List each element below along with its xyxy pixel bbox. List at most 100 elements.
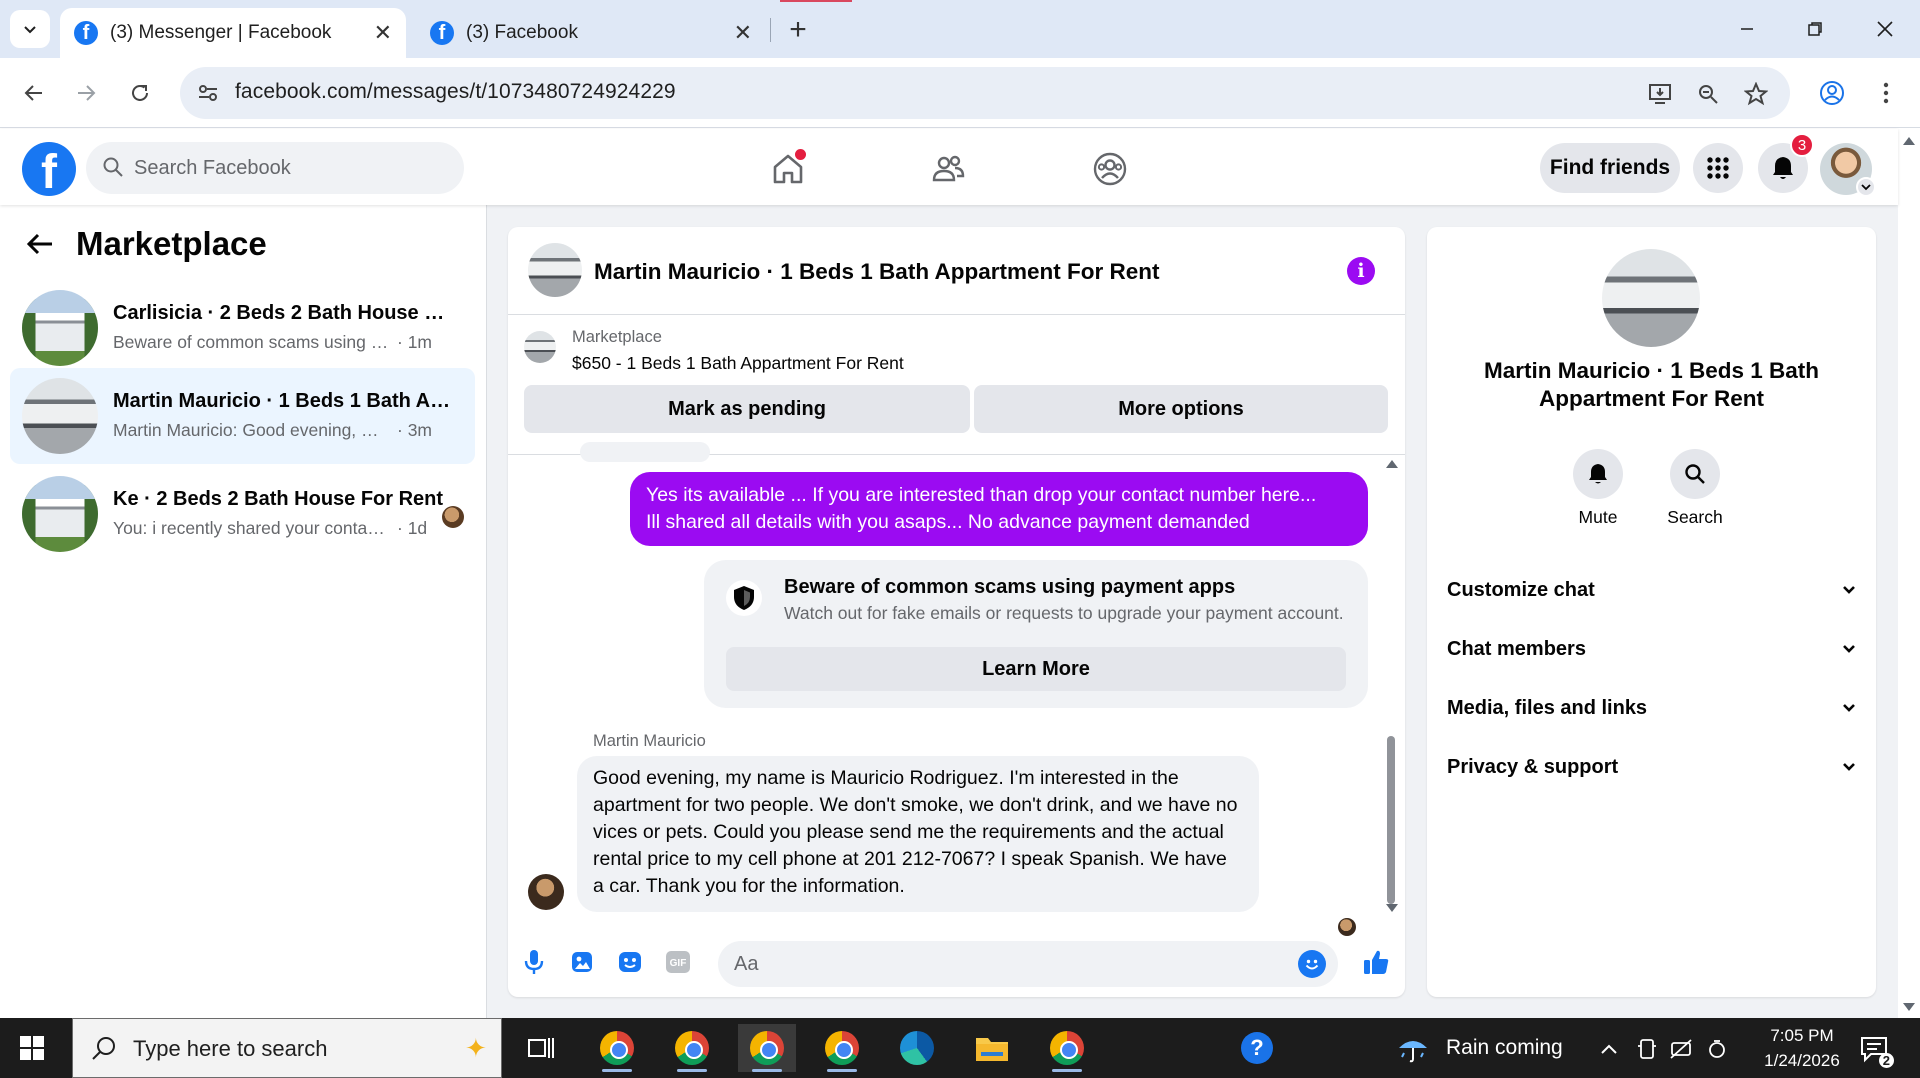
browser-toolbar: facebook.com/messages/t/1073480724924229 (0, 58, 1920, 128)
sticker-button[interactable] (614, 946, 646, 978)
task-view-icon (528, 1038, 554, 1058)
facebook-search[interactable] (86, 142, 464, 194)
account-caret[interactable] (1856, 177, 1876, 197)
restore-icon (1808, 22, 1822, 36)
nav-home[interactable] (762, 143, 814, 195)
close-window-button[interactable] (1860, 10, 1910, 48)
page-scrollbar[interactable] (1898, 129, 1920, 1018)
forward-button[interactable] (68, 75, 104, 111)
browser-menu-icon[interactable] (1868, 75, 1904, 111)
conversation-item[interactable]: Ke · 2 Beds 2 Bath House For Rent You: i… (10, 466, 475, 562)
taskbar-search[interactable]: Type here to search ✦ (72, 1018, 502, 1078)
back-button[interactable] (16, 75, 52, 111)
chat-avatar[interactable] (528, 243, 582, 297)
reload-button[interactable] (122, 75, 158, 111)
notifications-button[interactable]: 3 (1758, 133, 1814, 193)
listing-avatar[interactable] (1602, 249, 1700, 347)
clock-date[interactable]: 1/24/2026 (1742, 1051, 1862, 1071)
edge-icon (900, 1031, 934, 1065)
show-hidden-icons-chevron-up-icon[interactable] (1596, 1036, 1622, 1062)
facebook-logo[interactable]: f (22, 142, 76, 196)
search-label: Search (1667, 507, 1723, 527)
marketplace-label: Marketplace (572, 328, 662, 346)
like-button[interactable] (1360, 946, 1392, 978)
help-icon: ? (1241, 1032, 1273, 1064)
menu-button[interactable] (1693, 143, 1743, 193)
network-off-icon[interactable] (1668, 1036, 1694, 1062)
customize-chat-section[interactable]: Customize chat (1447, 564, 1856, 616)
more-options-button[interactable]: More options (974, 385, 1388, 433)
scroll-up-arrow-icon[interactable] (1386, 460, 1398, 468)
chrome-icon (675, 1031, 709, 1065)
search-input[interactable] (134, 142, 454, 194)
weather-text[interactable]: Rain coming (1446, 1036, 1563, 1060)
gif-button[interactable]: GIF (662, 946, 694, 978)
message-scrollbar[interactable] (1384, 456, 1398, 926)
bell-icon (1773, 157, 1793, 179)
scrollbar-thumb[interactable] (1387, 736, 1395, 904)
find-friends-button[interactable]: Find friends (1540, 143, 1680, 193)
notification-center-button[interactable]: 2 (1856, 1034, 1894, 1068)
minimize-icon (1741, 28, 1753, 30)
voice-clip-button[interactable] (518, 946, 550, 978)
grid-menu-icon (1707, 157, 1729, 179)
browser-tab-messenger[interactable]: f (3) Messenger | Facebook ✕ (60, 8, 406, 58)
taskbar-chrome-1[interactable] (588, 1024, 646, 1072)
start-button[interactable] (16, 1032, 56, 1064)
tab-loading-indicator (780, 0, 852, 2)
sender-avatar[interactable] (528, 874, 564, 910)
taskbar-chrome-4[interactable] (813, 1024, 871, 1072)
chat-members-section[interactable]: Chat members (1447, 623, 1856, 675)
sync-icon[interactable] (1704, 1036, 1730, 1062)
weather-rain-icon[interactable] (1396, 1036, 1430, 1063)
close-tab-icon[interactable]: ✕ (734, 20, 752, 46)
emoji-button[interactable] (1298, 950, 1326, 978)
restore-button[interactable] (1790, 10, 1840, 48)
privacy-support-section[interactable]: Privacy & support (1447, 741, 1856, 793)
mute-action[interactable]: Mute (1558, 449, 1638, 528)
taskbar-file-explorer[interactable] (963, 1024, 1021, 1072)
chrome-icon (825, 1031, 859, 1065)
scroll-down-arrow-icon[interactable] (1903, 1003, 1915, 1011)
taskbar-help-app[interactable]: ? (1228, 1024, 1286, 1072)
search-in-conversation-action[interactable]: Search (1655, 449, 1735, 528)
scroll-down-arrow-icon[interactable] (1386, 904, 1398, 912)
listing-thumbnail (22, 378, 98, 454)
nav-groups[interactable] (1084, 143, 1136, 195)
media-files-links-section[interactable]: Media, files and links (1447, 682, 1856, 734)
zoom-icon[interactable] (1694, 80, 1722, 108)
conversation-item[interactable]: Carlisicia · 2 Beds 2 Bath House For Ren… (10, 280, 475, 376)
listing-thumbnail (22, 290, 98, 366)
nav-friends[interactable] (922, 143, 974, 195)
search-icon (102, 156, 124, 178)
mark-as-pending-button[interactable]: Mark as pending (524, 385, 970, 433)
profile-icon[interactable] (1814, 75, 1850, 111)
taskbar-edge[interactable] (888, 1024, 946, 1072)
scroll-up-arrow-icon[interactable] (1903, 137, 1915, 145)
tab-search-button[interactable] (10, 10, 50, 48)
bookmark-star-icon[interactable] (1742, 80, 1770, 108)
address-bar[interactable]: facebook.com/messages/t/1073480724924229 (180, 67, 1790, 119)
browser-tab-facebook[interactable]: f (3) Facebook ✕ (416, 8, 766, 58)
minimize-button[interactable] (1722, 10, 1772, 48)
taskbar-chrome-3[interactable] (738, 1024, 796, 1072)
taskbar-chrome-2[interactable] (663, 1024, 721, 1072)
message-input[interactable] (734, 941, 1274, 987)
conversation-item-active[interactable]: Martin Mauricio · 1 Beds 1 Bath Appartme… (10, 368, 475, 464)
taskbar-search-text: Type here to search (133, 1036, 328, 1061)
install-app-icon[interactable] (1646, 80, 1674, 108)
taskbar-chrome-5[interactable] (1038, 1024, 1096, 1072)
new-tab-button[interactable]: + (780, 12, 816, 48)
conversation-time: · 1d (397, 518, 428, 538)
info-icon[interactable]: i (1347, 257, 1375, 285)
site-info-icon[interactable] (194, 79, 222, 107)
learn-more-button[interactable]: Learn More (726, 647, 1346, 691)
listing-title[interactable]: $650 - 1 Beds 1 Bath Appartment For Rent (572, 353, 904, 374)
attach-photo-button[interactable] (566, 946, 598, 978)
back-arrow-icon[interactable] (26, 232, 54, 256)
device-icon[interactable] (1634, 1036, 1660, 1062)
chat-title[interactable]: Martin Mauricio · 1 Beds 1 Bath Appartme… (594, 259, 1159, 285)
clock-time[interactable]: 7:05 PM (1752, 1026, 1852, 1046)
close-tab-icon[interactable]: ✕ (374, 20, 392, 46)
task-view-button[interactable] (512, 1024, 570, 1072)
